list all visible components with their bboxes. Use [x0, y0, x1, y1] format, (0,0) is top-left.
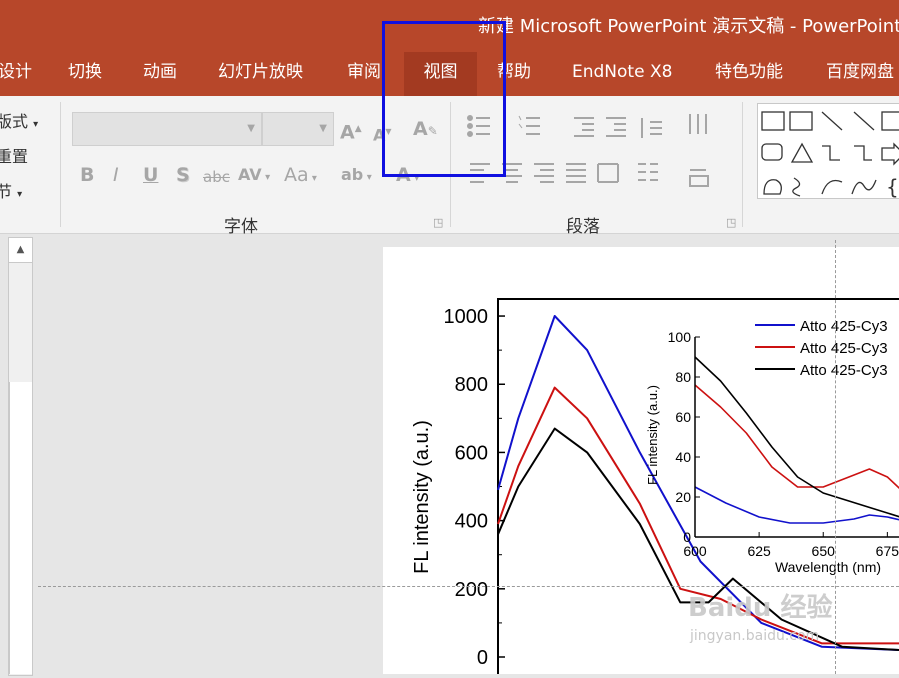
align-right-icon[interactable] [534, 163, 554, 183]
inset-x-tick-label: 650 [812, 543, 836, 559]
legend-entry: Atto 425-Cy3 [800, 340, 888, 357]
shapes-gallery[interactable]: { [757, 103, 899, 199]
align-left-icon[interactable] [470, 163, 490, 183]
dropdown-arrow-icon: ▼ [319, 123, 327, 134]
tab-help[interactable]: 帮助 [497, 52, 531, 96]
inset-y-tick-label: 100 [668, 329, 692, 345]
title-bar: 新建 Microsoft PowerPoint 演示文稿 - PowerPoin… [0, 0, 899, 46]
arc-shape[interactable] [821, 179, 843, 195]
text-box-shape[interactable] [761, 111, 785, 131]
arrow-line-shape[interactable] [853, 111, 875, 131]
dropdown-arrow-icon: ▾ [17, 189, 23, 200]
highlight-button[interactable]: ab ▾ [341, 164, 372, 189]
font-name-combo[interactable]: ▼ [72, 112, 262, 146]
decrease-indent-icon[interactable] [574, 117, 594, 137]
watermark-url: jingyan.baidu.com [690, 628, 820, 644]
inset-xlabel: Wavelength (nm) [775, 559, 881, 575]
ribbon-tab-bar: 设计 切换 动画 幻灯片放映 审阅 视图 帮助 EndNote X8 特色功能 … [0, 46, 899, 96]
group-separator [60, 102, 61, 227]
distributed-icon[interactable] [597, 163, 619, 183]
tab-transitions[interactable]: 切换 [68, 52, 102, 96]
underline-button[interactable]: U [143, 164, 158, 186]
shrink-font-icon[interactable]: A▼ [373, 121, 392, 146]
columns-icon[interactable] [638, 163, 658, 181]
inset-x-tick-label: 675 [876, 543, 899, 559]
tab-animations[interactable]: 动画 [143, 52, 177, 96]
window-title: 新建 Microsoft PowerPoint 演示文稿 - PowerPoin… [478, 16, 899, 37]
vertical-text-box-shape[interactable] [789, 111, 813, 131]
legend-entry: Atto 425-Cy3 [800, 318, 888, 335]
align-center-icon[interactable] [502, 163, 522, 183]
shapes-gallery-icons: { [761, 111, 899, 199]
right-arrow-shape[interactable] [881, 142, 899, 166]
scribble-shape[interactable] [792, 177, 801, 197]
bold-button[interactable]: B [80, 164, 94, 186]
scrollbar-thumb[interactable] [9, 382, 32, 674]
shadow-button[interactable]: S [176, 164, 190, 186]
inset-ylabel: FL intensity (a.u.) [645, 385, 660, 485]
y-tick-label: 200 [455, 579, 488, 601]
inset-background [695, 330, 899, 528]
grow-font-icon[interactable]: A▲ [340, 118, 362, 143]
legend-entry: Atto 425-Cy3 [800, 362, 888, 379]
paragraph-group-label: 段落 [566, 217, 600, 237]
tab-view[interactable]: 视图 [404, 52, 477, 96]
tab-slideshow[interactable]: 幻灯片放映 [218, 52, 303, 96]
font-color-button[interactable]: A ▾ [396, 164, 419, 190]
rectangle-shape[interactable] [881, 111, 899, 131]
inset-y-tick-label: 80 [675, 369, 691, 385]
dropdown-arrow-icon: ▼ [247, 123, 255, 134]
increase-indent-icon[interactable] [606, 117, 626, 137]
line-spacing-icon[interactable] [641, 118, 662, 138]
curve-shape[interactable] [851, 179, 877, 195]
reset-button[interactable]: 重置 [0, 143, 28, 167]
italic-button[interactable]: I [113, 164, 119, 186]
font-size-combo[interactable]: ▼ [262, 112, 334, 146]
y-tick-label: 1000 [444, 306, 489, 328]
y-tick-label: 400 [455, 511, 488, 533]
line-shape[interactable] [821, 111, 843, 131]
brace-shape[interactable]: { [886, 175, 899, 199]
elbow-arrow-shape[interactable] [854, 145, 872, 161]
bullets-icon[interactable] [467, 115, 490, 137]
triangle-shape[interactable] [790, 142, 814, 163]
elbow-connector-shape[interactable] [822, 145, 840, 161]
vertical-guide[interactable] [835, 240, 836, 674]
tab-review[interactable]: 审阅 [347, 52, 381, 96]
group-separator [742, 102, 743, 227]
y-tick-label: 800 [455, 374, 488, 396]
tab-endnote[interactable]: EndNote X8 [572, 52, 672, 96]
main-chart-ylabel: FL intensity (a.u.) [411, 420, 433, 574]
strikethrough-button[interactable]: abc [203, 166, 230, 188]
y-tick-label: 600 [455, 442, 488, 464]
dropdown-arrow-icon: ▾ [33, 119, 39, 130]
text-direction-icon[interactable] [689, 114, 707, 134]
inset-y-tick-label: 60 [675, 409, 691, 425]
scroll-up-icon[interactable]: ▲ [8, 237, 33, 263]
tab-design[interactable]: 设计 [0, 52, 32, 96]
smartart-icon[interactable] [689, 169, 709, 187]
tab-baidu-netdisk[interactable]: 百度网盘 [826, 52, 894, 96]
layout-button[interactable]: 版式 ▾ [0, 108, 38, 132]
font-group-label: 字体 [224, 217, 258, 237]
inset-x-tick-label: 625 [747, 543, 771, 559]
paragraph-icons [467, 114, 709, 187]
group-separator [450, 102, 451, 227]
clear-format-icon[interactable]: A✎ [413, 118, 438, 142]
change-case-button[interactable]: Aa ▾ [284, 164, 317, 190]
tab-features[interactable]: 特色功能 [715, 52, 783, 96]
inset-x-tick-label: 600 [683, 543, 707, 559]
justify-icon[interactable] [566, 163, 586, 183]
numbering-icon[interactable] [518, 115, 540, 135]
watermark: Baidu 经验 [688, 593, 833, 623]
freeform-shape[interactable] [763, 179, 782, 195]
y-tick-label: 0 [477, 647, 488, 669]
inset-y-tick-label: 20 [675, 489, 691, 505]
launcher-icon[interactable]: ◳ [433, 216, 443, 229]
section-button[interactable]: 节 ▾ [0, 178, 22, 202]
inset-y-tick-label: 40 [675, 449, 691, 465]
rounded-rectangle-shape[interactable] [761, 143, 783, 161]
character-spacing-button[interactable]: AV ▾ [238, 164, 270, 189]
launcher-icon[interactable]: ◳ [726, 216, 736, 229]
